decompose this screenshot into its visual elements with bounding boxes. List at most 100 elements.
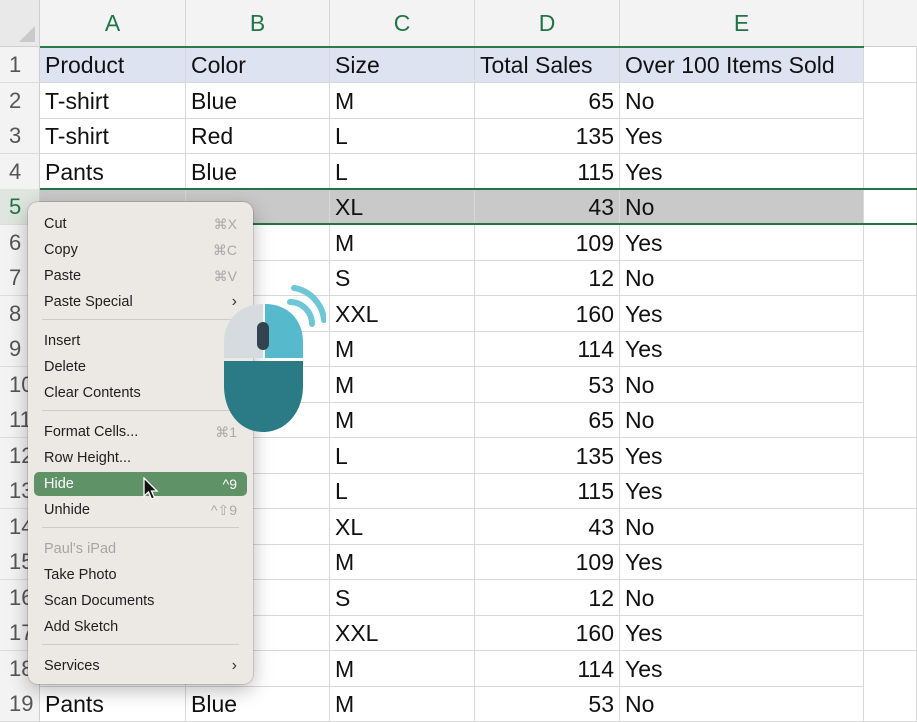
cell-e[interactable]: No <box>620 579 864 616</box>
cell-c[interactable]: M <box>330 224 475 261</box>
row-number[interactable]: 3 <box>0 118 40 154</box>
cell-d[interactable]: 12 <box>475 260 620 296</box>
cell-f[interactable] <box>864 47 917 83</box>
cell-d[interactable]: 109 <box>475 224 620 261</box>
menu-item-take-photo[interactable]: Take Photo <box>34 563 247 587</box>
cell-e[interactable]: Yes <box>620 118 864 154</box>
cell-a[interactable]: T-shirt <box>40 82 186 119</box>
select-all-corner[interactable] <box>0 0 40 46</box>
cell-f[interactable] <box>864 295 917 332</box>
cell-d[interactable]: 43 <box>475 508 620 545</box>
cell-e[interactable]: No <box>620 82 864 119</box>
cell-b[interactable]: Blue <box>186 686 330 722</box>
table-row[interactable]: 19 Pants Blue M 53 No <box>0 686 917 722</box>
cell-c[interactable]: M <box>330 650 475 687</box>
cell-f[interactable] <box>864 366 917 403</box>
cell-c[interactable]: XXL <box>330 295 475 332</box>
cell-c[interactable]: XL <box>330 508 475 545</box>
cell-c[interactable]: Size <box>330 47 475 83</box>
cell-c[interactable]: M <box>330 366 475 403</box>
cell-e[interactable]: Yes <box>620 544 864 580</box>
cell-c[interactable]: S <box>330 260 475 296</box>
cell-d[interactable]: 53 <box>475 686 620 722</box>
cell-e[interactable]: Over 100 Items Sold <box>620 47 864 83</box>
cell-c[interactable]: XXL <box>330 615 475 651</box>
cell-c[interactable]: S <box>330 579 475 616</box>
cell-d[interactable]: 160 <box>475 295 620 332</box>
cell-d[interactable]: 114 <box>475 331 620 367</box>
row-number[interactable]: 19 <box>0 686 40 722</box>
column-header-d[interactable]: D <box>475 0 620 46</box>
cell-f[interactable] <box>864 437 917 474</box>
cell-f[interactable] <box>864 260 917 296</box>
cell-e[interactable]: Yes <box>620 615 864 651</box>
cell-e[interactable]: Yes <box>620 295 864 332</box>
cell-e[interactable]: Yes <box>620 224 864 261</box>
table-row[interactable]: 4 Pants Blue L 115 Yes <box>0 153 917 190</box>
cell-d[interactable]: 115 <box>475 473 620 509</box>
cell-f[interactable] <box>864 650 917 687</box>
row-number[interactable]: 2 <box>0 82 40 119</box>
menu-item-unhide[interactable]: Unhide ^⇧9 <box>34 498 247 522</box>
table-row[interactable]: 2 T-shirt Blue M 65 No <box>0 82 917 119</box>
cell-c[interactable]: L <box>330 437 475 474</box>
cell-f[interactable] <box>864 473 917 509</box>
cell-d[interactable]: 12 <box>475 579 620 616</box>
table-row[interactable]: 3 T-shirt Red L 135 Yes <box>0 118 917 154</box>
column-header-a[interactable]: A <box>40 0 186 46</box>
cell-b[interactable]: Blue <box>186 153 330 190</box>
cell-f[interactable] <box>864 579 917 616</box>
cell-b[interactable]: Blue <box>186 82 330 119</box>
cell-c[interactable]: L <box>330 118 475 154</box>
cell-f[interactable] <box>864 224 917 261</box>
cell-e[interactable]: No <box>620 189 864 225</box>
cell-c[interactable]: M <box>330 544 475 580</box>
cell-d[interactable]: 114 <box>475 650 620 687</box>
cell-e[interactable]: Yes <box>620 473 864 509</box>
cell-d[interactable]: 65 <box>475 402 620 438</box>
cell-a[interactable]: T-shirt <box>40 118 186 154</box>
cell-d[interactable]: 109 <box>475 544 620 580</box>
menu-item-scan-documents[interactable]: Scan Documents <box>34 589 247 613</box>
cell-a[interactable]: Pants <box>40 153 186 190</box>
cell-e[interactable]: Yes <box>620 437 864 474</box>
menu-item-copy[interactable]: Copy ⌘C <box>34 238 247 262</box>
cell-c[interactable]: M <box>330 686 475 722</box>
cell-c[interactable]: M <box>330 82 475 119</box>
cell-a[interactable]: Product <box>40 47 186 83</box>
header-row[interactable]: 1 Product Color Size Total Sales Over 100 Ite… <box>0 47 917 83</box>
menu-item-row-height[interactable]: Row Height... <box>34 446 247 470</box>
cell-f[interactable] <box>864 615 917 651</box>
cell-f[interactable] <box>864 331 917 367</box>
cell-d[interactable]: 115 <box>475 153 620 190</box>
cell-c[interactable]: M <box>330 331 475 367</box>
cell-d[interactable]: 65 <box>475 82 620 119</box>
cell-e[interactable]: No <box>620 402 864 438</box>
cell-f[interactable] <box>864 508 917 545</box>
menu-item-cut[interactable]: Cut ⌘X <box>34 212 247 236</box>
cell-d[interactable]: 160 <box>475 615 620 651</box>
cell-c[interactable]: XL <box>330 189 475 225</box>
cell-e[interactable]: No <box>620 686 864 722</box>
menu-item-services[interactable]: Services › <box>34 654 247 678</box>
cell-d[interactable]: Total Sales <box>475 47 620 83</box>
cell-d[interactable]: 135 <box>475 437 620 474</box>
cell-c[interactable]: L <box>330 153 475 190</box>
column-header-c[interactable]: C <box>330 0 475 46</box>
cell-d[interactable]: 135 <box>475 118 620 154</box>
cell-f[interactable] <box>864 189 917 225</box>
cell-e[interactable]: No <box>620 260 864 296</box>
row-number[interactable]: 4 <box>0 153 40 190</box>
cell-e[interactable]: No <box>620 366 864 403</box>
row-number[interactable]: 1 <box>0 47 40 83</box>
cell-b[interactable]: Red <box>186 118 330 154</box>
cell-e[interactable]: Yes <box>620 331 864 367</box>
cell-c[interactable]: L <box>330 473 475 509</box>
menu-item-add-sketch[interactable]: Add Sketch <box>34 615 247 639</box>
cell-f[interactable] <box>864 118 917 154</box>
cell-d[interactable]: 53 <box>475 366 620 403</box>
cell-e[interactable]: No <box>620 508 864 545</box>
cell-e[interactable]: Yes <box>620 153 864 190</box>
cell-f[interactable] <box>864 402 917 438</box>
menu-item-hide[interactable]: Hide ^9 <box>34 472 247 496</box>
